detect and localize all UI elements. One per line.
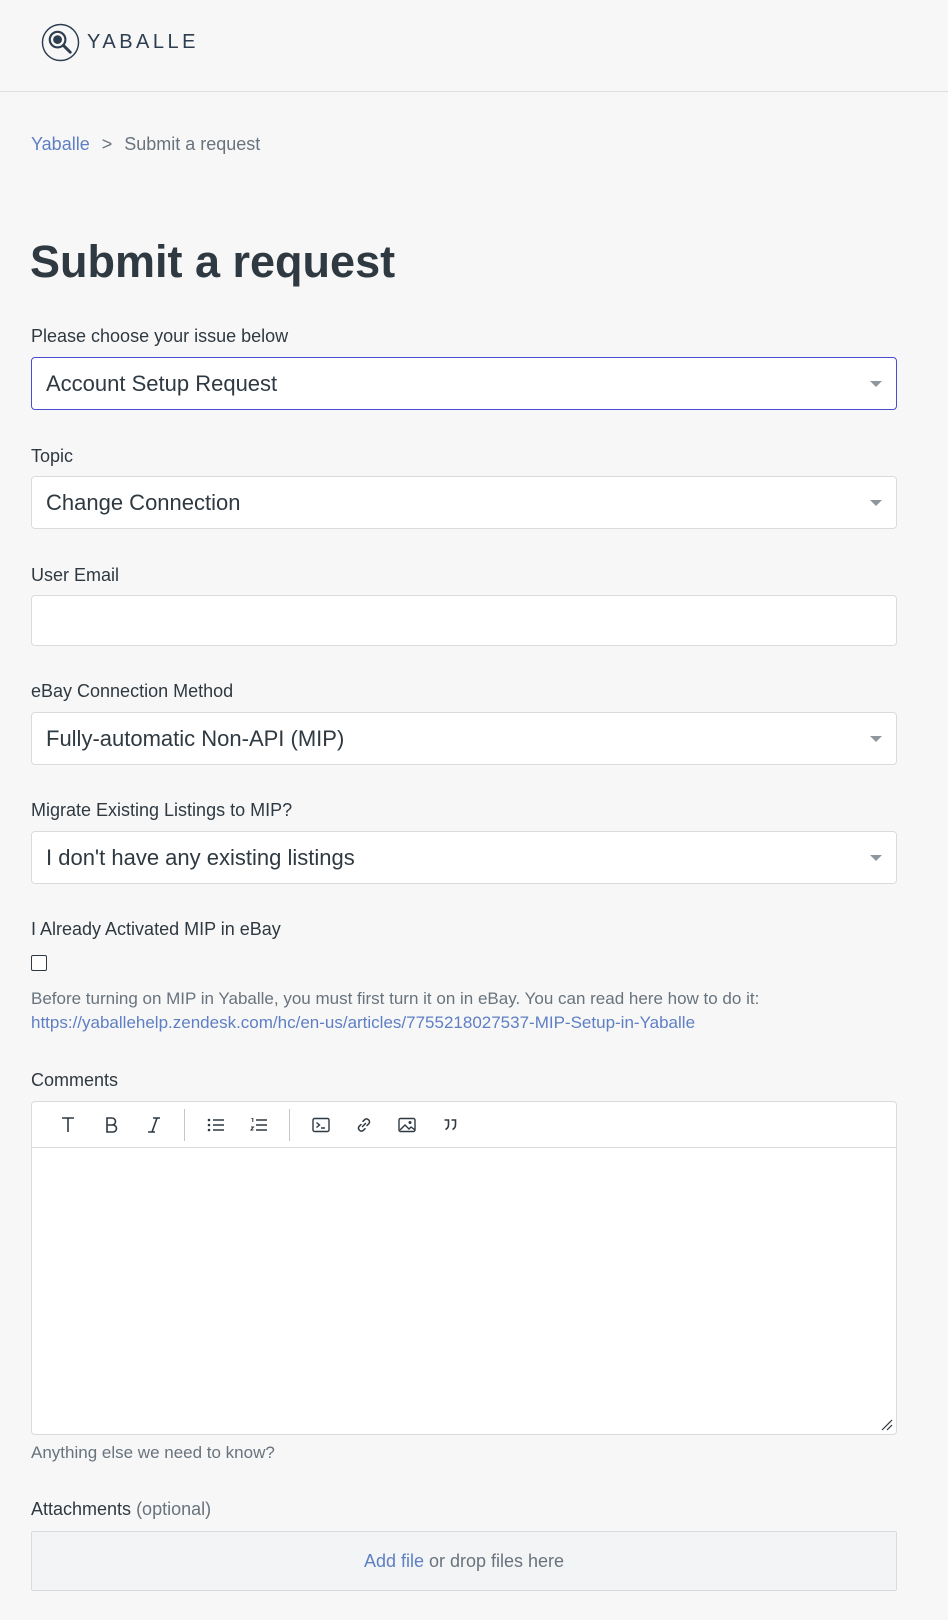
mip-activated-label: I Already Activated MIP in eBay <box>31 919 281 939</box>
brand-name: YABALLE <box>87 31 199 53</box>
toolbar-divider <box>184 1108 185 1141</box>
code-block-icon[interactable] <box>299 1107 342 1143</box>
text-icon[interactable] <box>46 1107 89 1143</box>
breadcrumb-current: Submit a request <box>124 134 261 154</box>
topic-label: Topic <box>31 446 74 466</box>
chevron-down-icon <box>870 736 882 742</box>
email-label: User Email <box>31 565 120 585</box>
breadcrumb: Yaballe > Submit a request <box>31 134 260 155</box>
attachments-label: Attachments (optional) <box>31 1499 211 1520</box>
editor-toolbar <box>32 1102 896 1148</box>
italic-icon[interactable] <box>132 1107 175 1143</box>
toolbar-divider <box>289 1108 290 1141</box>
mip-hint: Before turning on MIP in Yaballe, you mu… <box>31 987 911 1035</box>
user-email-field[interactable] <box>31 595 897 646</box>
numbered-list-icon[interactable] <box>237 1107 280 1143</box>
comments-label: Comments <box>31 1070 119 1090</box>
issue-label: Please choose your issue below <box>31 326 289 346</box>
breadcrumb-home-link[interactable]: Yaballe <box>31 134 90 155</box>
migrate-select-value: I don't have any existing listings <box>46 844 355 870</box>
migrate-select[interactable]: I don't have any existing listings <box>31 831 897 884</box>
breadcrumb-separator: > <box>101 134 113 154</box>
issue-select[interactable]: Account Setup Request <box>31 357 897 410</box>
mip-setup-link[interactable]: https://yaballehelp.zendesk.com/hc/en-us… <box>31 1013 695 1032</box>
chevron-down-icon <box>870 855 882 861</box>
drop-files-text: or drop files here <box>428 1550 565 1571</box>
connection-method-select[interactable]: Fully-automatic Non-API (MIP) <box>31 712 897 765</box>
quote-icon[interactable] <box>428 1107 471 1143</box>
attachments-dropzone[interactable]: Add file or drop files here <box>31 1531 897 1591</box>
site-header: YABALLE <box>0 0 948 92</box>
image-icon[interactable] <box>385 1107 428 1143</box>
bold-icon[interactable] <box>89 1107 132 1143</box>
page-title: Submit a request <box>30 236 396 287</box>
attachments-label-text: Attachments <box>31 1499 132 1519</box>
chevron-down-icon <box>870 500 882 506</box>
resize-grip-icon[interactable] <box>879 1417 893 1431</box>
chevron-down-icon <box>870 381 882 387</box>
brand-logo[interactable]: YABALLE <box>41 23 199 62</box>
topic-select[interactable]: Change Connection <box>31 476 897 529</box>
add-file-link[interactable]: Add file <box>364 1551 424 1572</box>
mip-activated-checkbox[interactable] <box>31 955 47 971</box>
connection-method-value: Fully-automatic Non-API (MIP) <box>46 725 345 751</box>
issue-select-value: Account Setup Request <box>46 370 278 396</box>
attachments-optional: (optional) <box>136 1499 212 1519</box>
topic-select-value: Change Connection <box>46 489 241 515</box>
mip-hint-text: Before turning on MIP in Yaballe, you mu… <box>31 989 760 1008</box>
magnifier-logo-icon <box>41 23 80 62</box>
connection-method-label: eBay Connection Method <box>31 681 234 701</box>
migrate-label: Migrate Existing Listings to MIP? <box>31 800 293 820</box>
link-icon[interactable] <box>342 1107 385 1143</box>
comments-editor[interactable] <box>31 1101 897 1435</box>
bulleted-list-icon[interactable] <box>194 1107 237 1143</box>
comments-hint: Anything else we need to know? <box>31 1443 275 1462</box>
